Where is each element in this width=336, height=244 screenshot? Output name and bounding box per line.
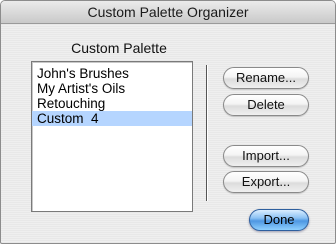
palette-list[interactable]: John's Brushes My Artist's Oils Retouchi… xyxy=(31,61,193,212)
export-button[interactable]: Export... xyxy=(223,171,309,193)
delete-button[interactable]: Delete xyxy=(223,94,309,116)
import-button[interactable]: Import... xyxy=(223,145,309,167)
list-item[interactable]: John's Brushes xyxy=(32,66,192,81)
palette-list-heading: Custom Palette xyxy=(71,40,167,56)
list-item[interactable]: My Artist's Oils xyxy=(32,81,192,96)
list-item[interactable]: Retouching xyxy=(32,96,192,111)
vertical-divider xyxy=(206,65,207,201)
palette-organizer-dialog: Custom Palette Organizer Custom Palette … xyxy=(0,0,336,244)
window-title: Custom Palette Organizer xyxy=(1,1,335,24)
rename-button[interactable]: Rename... xyxy=(223,67,309,89)
list-item-selected[interactable]: Custom 4 xyxy=(32,111,192,126)
done-button[interactable]: Done xyxy=(249,209,309,231)
